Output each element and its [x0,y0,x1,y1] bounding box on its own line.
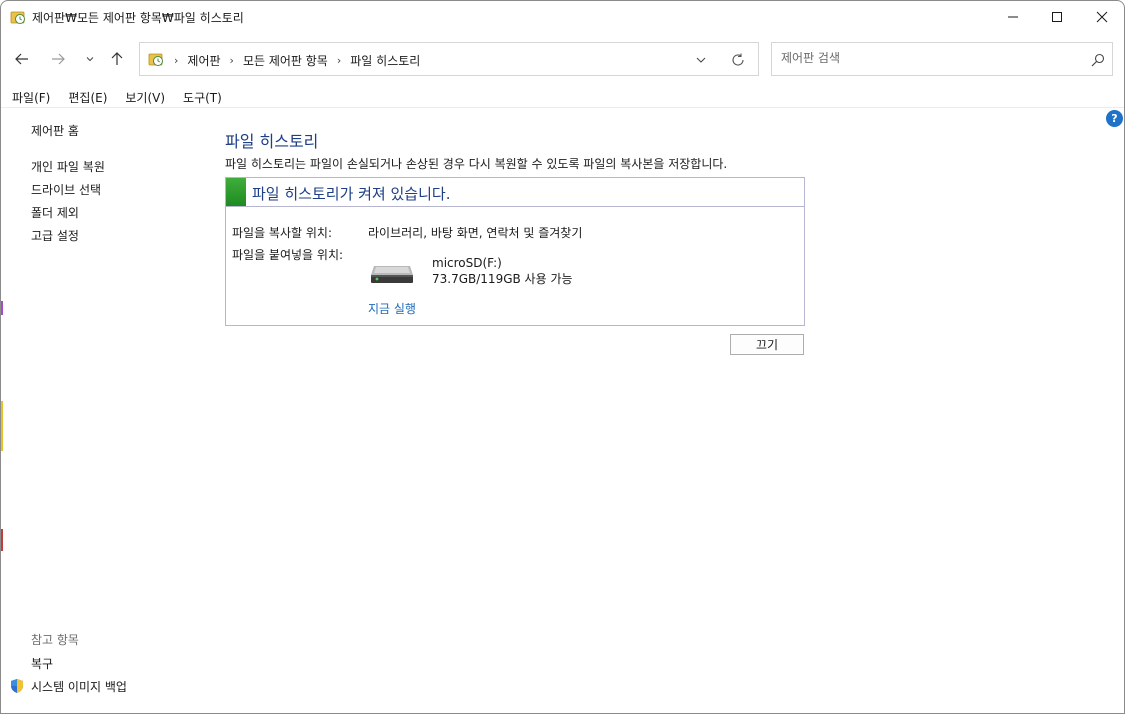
address-bar[interactable]: › 제어판 › 모든 제어판 항목 › 파일 히스토리 [139,42,759,76]
file-history-window: 제어판₩모든 제어판 항목₩파일 히스토리 › 제어판 › 모든 제어판 항목 … [0,0,1125,714]
close-button[interactable] [1079,1,1124,33]
see-also-heading: 참고 항목 [31,633,79,647]
restore-personal-files-link[interactable]: 개인 파일 복원 [31,158,105,175]
page-title: 파일 히스토리 [225,132,319,151]
search-box[interactable] [771,42,1113,76]
breadcrumb-control-panel[interactable]: 제어판 [187,52,220,69]
close-icon [1096,11,1108,23]
forward-button[interactable] [47,48,69,70]
uac-shield-icon [11,679,23,693]
status-title: 파일 히스토리가 켜져 있습니다. [252,185,451,203]
breadcrumb-separator-icon[interactable]: › [230,54,234,67]
left-pane: 제어판 홈 개인 파일 복원 드라이브 선택 폴더 제외 고급 설정 참고 항목… [1,108,211,713]
back-button[interactable] [11,48,33,70]
search-input[interactable] [781,51,1071,65]
file-history-status-panel: 파일 히스토리가 켜져 있습니다. 파일을 복사할 위치: 라이브러리, 바탕 … [225,177,805,326]
select-drive-link[interactable]: 드라이브 선택 [31,181,101,198]
file-history-icon [10,11,25,24]
copy-from-label: 파일을 복사할 위치: [232,226,332,240]
minimize-icon [1008,16,1018,18]
advanced-settings-link[interactable]: 고급 설정 [31,227,79,244]
breadcrumb-separator-icon[interactable]: › [174,54,178,67]
edge-fragment [1,529,3,551]
drive-name: microSD(F:) [432,256,502,270]
turn-off-button[interactable]: 끄기 [730,334,804,355]
arrow-up-icon [111,52,123,65]
status-indicator [226,178,246,206]
refresh-icon[interactable] [730,52,746,68]
up-button[interactable] [106,48,128,70]
drive-space: 73.7GB/119GB 사용 가능 [432,272,573,286]
menu-view[interactable]: 보기(V) [114,87,172,107]
copy-from-value: 라이브러리, 바탕 화면, 연락처 및 즐겨찾기 [368,226,583,240]
chevron-down-icon[interactable] [694,53,708,67]
breadcrumb-separator-icon[interactable]: › [337,54,341,67]
menu-edit[interactable]: 편집(E) [57,87,114,107]
breadcrumb-file-history[interactable]: 파일 히스토리 [350,52,420,69]
title-bar[interactable]: 제어판₩모든 제어판 항목₩파일 히스토리 [1,1,1124,33]
drive-icon [371,266,413,283]
breadcrumb-all-items[interactable]: 모든 제어판 항목 [243,52,328,69]
control-panel-icon [148,53,163,66]
edge-fragment [1,401,3,451]
menu-tools[interactable]: 도구(T) [172,87,229,107]
maximize-button[interactable] [1034,1,1080,33]
window-title: 제어판₩모든 제어판 항목₩파일 히스토리 [32,11,244,25]
edge-fragment [1,301,3,315]
recovery-link[interactable]: 복구 [31,655,53,672]
breadcrumb: › 제어판 › 모든 제어판 항목 › 파일 히스토리 [170,52,420,69]
system-image-backup-link[interactable]: 시스템 이미지 백업 [31,678,127,695]
arrow-right-icon [52,53,65,65]
search-icon[interactable] [1090,52,1106,68]
arrow-left-icon [15,53,28,65]
maximize-icon [1052,12,1062,22]
control-panel-home-link[interactable]: 제어판 홈 [31,122,79,139]
recent-locations-button[interactable] [79,48,101,70]
status-header: 파일 히스토리가 켜져 있습니다. [226,178,804,207]
chevron-down-icon [86,57,94,62]
exclude-folders-link[interactable]: 폴더 제외 [31,204,79,221]
copy-to-label: 파일을 붙여넣을 위치: [232,248,344,262]
run-now-link[interactable]: 지금 실행 [368,300,416,317]
menu-bar: 파일(F) 편집(E) 보기(V) 도구(T) [1,87,1124,107]
page-description: 파일 히스토리는 파일이 손실되거나 손상된 경우 다시 복원할 수 있도록 파… [225,157,728,171]
help-icon[interactable]: ? [1106,110,1123,127]
menu-file[interactable]: 파일(F) [1,87,57,107]
minimize-button[interactable] [990,1,1036,33]
navigation-bar: › 제어판 › 모든 제어판 항목 › 파일 히스토리 [1,39,1124,79]
